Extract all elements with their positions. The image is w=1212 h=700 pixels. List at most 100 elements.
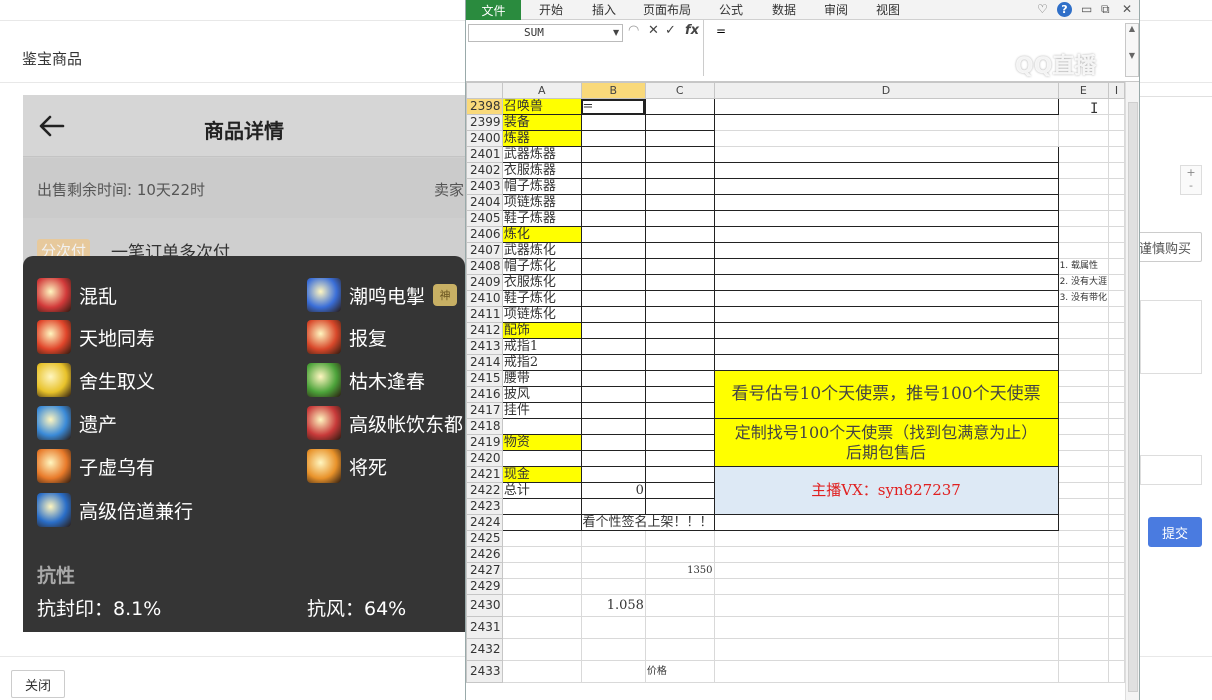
row-header[interactable]: 2433	[466, 660, 503, 683]
table-row[interactable]: 2400 炼器	[466, 130, 1125, 147]
table-row[interactable]: 2401 武器炼器	[466, 146, 1125, 163]
cell-b[interactable]	[580, 354, 646, 371]
cell-i[interactable]	[1108, 354, 1125, 371]
column-header-a[interactable]: A	[501, 82, 582, 99]
cell-c[interactable]	[644, 578, 715, 595]
cell-d[interactable]	[713, 114, 1059, 131]
cell-d[interactable]	[713, 306, 1059, 323]
cell-e[interactable]	[1057, 418, 1110, 435]
cell-d[interactable]	[713, 530, 1059, 547]
cell-e[interactable]	[1057, 402, 1110, 419]
cell-b[interactable]	[580, 370, 646, 387]
cell-a[interactable]	[501, 514, 582, 531]
cell-i[interactable]	[1108, 162, 1125, 179]
cell-e[interactable]: 1. 载属性	[1057, 258, 1110, 275]
row-header[interactable]: 2412	[466, 322, 503, 339]
cell-e[interactable]	[1057, 562, 1110, 579]
row-header[interactable]: 2418	[466, 418, 503, 435]
cell-c[interactable]	[644, 178, 715, 195]
row-header[interactable]: 2408	[466, 258, 503, 275]
cell-i[interactable]	[1108, 594, 1125, 617]
cell-c[interactable]	[644, 194, 715, 211]
cell-d[interactable]	[713, 194, 1059, 211]
row-header[interactable]: 2405	[466, 210, 503, 227]
cell-a[interactable]: 腰带	[501, 370, 582, 387]
cell-e[interactable]	[1057, 616, 1110, 639]
cell-c[interactable]	[644, 386, 715, 403]
cell-e[interactable]	[1057, 434, 1110, 451]
table-row[interactable]: 2398 召唤兽 =	[466, 98, 1125, 115]
cell-b[interactable]	[580, 466, 646, 483]
skill-item[interactable]: 潮鸣电掣神	[307, 278, 458, 312]
skill-item[interactable]: 高级倍道兼行	[37, 493, 193, 527]
row-header[interactable]: 2423	[466, 498, 503, 515]
cell-c[interactable]	[644, 242, 715, 259]
cell-b[interactable]	[580, 434, 646, 451]
cell-e[interactable]	[1057, 466, 1110, 483]
contact-panel[interactable]: 主播VX：syn827237	[713, 466, 1059, 515]
cell-i[interactable]	[1108, 130, 1125, 147]
cell-d[interactable]	[713, 98, 1059, 115]
cell-c[interactable]	[644, 210, 715, 227]
ribbon-collapse-icon[interactable]: ♡	[1037, 0, 1048, 20]
cell-d[interactable]	[713, 562, 1059, 579]
cell-a[interactable]: 戒指1	[501, 338, 582, 355]
cell-a[interactable]: 召唤兽	[501, 98, 582, 115]
cell-e[interactable]	[1057, 370, 1110, 387]
cell-i[interactable]	[1108, 114, 1125, 131]
cell-a[interactable]: 挂件	[501, 402, 582, 419]
cell-b[interactable]	[580, 338, 646, 355]
cell-b[interactable]	[580, 546, 646, 563]
table-row[interactable]: 2421 现金 主播VX：syn827237	[466, 466, 1125, 515]
cell-b[interactable]	[580, 162, 646, 179]
cell-b[interactable]	[580, 146, 646, 163]
price-input[interactable]	[1140, 455, 1202, 485]
cell-c[interactable]	[644, 322, 715, 339]
cell-i[interactable]	[1108, 274, 1125, 291]
row-header[interactable]: 2427	[466, 562, 503, 579]
cell-c[interactable]	[644, 306, 715, 323]
cell-b[interactable]	[580, 562, 646, 579]
cell-i[interactable]	[1108, 482, 1125, 499]
custom-search-panel[interactable]: 定制找号100个天使票（找到包满意为止） 后期包售后	[713, 418, 1059, 467]
row-header[interactable]: 2420	[466, 450, 503, 467]
table-row[interactable]: 2424 看个性签名上架！！！	[466, 514, 1125, 531]
chevron-down-icon[interactable]: ▼	[613, 28, 619, 37]
cell-d[interactable]	[713, 322, 1059, 339]
column-header-i[interactable]: I	[1108, 82, 1125, 99]
tab-review[interactable]: 审阅	[824, 0, 848, 20]
table-row[interactable]: 2414 戒指2	[466, 354, 1125, 371]
cell-c[interactable]: 价格	[644, 660, 715, 683]
cell-c[interactable]	[644, 530, 715, 547]
skill-item[interactable]: 子虚乌有	[37, 449, 155, 483]
cell-i[interactable]	[1108, 322, 1125, 339]
table-row[interactable]: 2425	[466, 530, 1125, 547]
cell-e[interactable]	[1057, 178, 1110, 195]
quantity-stepper[interactable]: + -	[1180, 165, 1202, 195]
cell-a[interactable]	[501, 660, 582, 683]
cell-c[interactable]	[644, 114, 715, 131]
skill-item[interactable]: 舍生取义	[37, 363, 155, 397]
cell-d[interactable]	[713, 130, 1059, 147]
table-row[interactable]: 2408 帽子炼化 1. 载属性	[466, 258, 1125, 275]
cell-i[interactable]	[1108, 546, 1125, 563]
cell-b[interactable]	[580, 530, 646, 547]
cell-d[interactable]	[713, 258, 1059, 275]
stepper-plus[interactable]: +	[1181, 166, 1201, 179]
table-row[interactable]: 2404 项链炼器	[466, 194, 1125, 211]
cell-e[interactable]	[1057, 98, 1110, 115]
vertical-scrollbar[interactable]	[1125, 82, 1139, 700]
cell-i[interactable]	[1108, 290, 1125, 307]
cell-e[interactable]	[1057, 146, 1110, 163]
row-header[interactable]: 2400	[466, 130, 503, 147]
cell-i[interactable]	[1108, 514, 1125, 531]
cell-a[interactable]: 武器炼化	[501, 242, 582, 259]
cell-a[interactable]: 帽子炼器	[501, 178, 582, 195]
table-row[interactable]: 2415 腰带 看号估号10个天使票，推号100个天使票	[466, 370, 1125, 419]
table-row[interactable]: 2432	[466, 638, 1125, 661]
submit-button[interactable]: 提交	[1148, 517, 1202, 547]
cell-b[interactable]	[580, 638, 646, 661]
skill-item[interactable]: 高级帐饮东都	[307, 406, 463, 440]
cell-i[interactable]	[1108, 530, 1125, 547]
cell-c[interactable]	[644, 338, 715, 355]
